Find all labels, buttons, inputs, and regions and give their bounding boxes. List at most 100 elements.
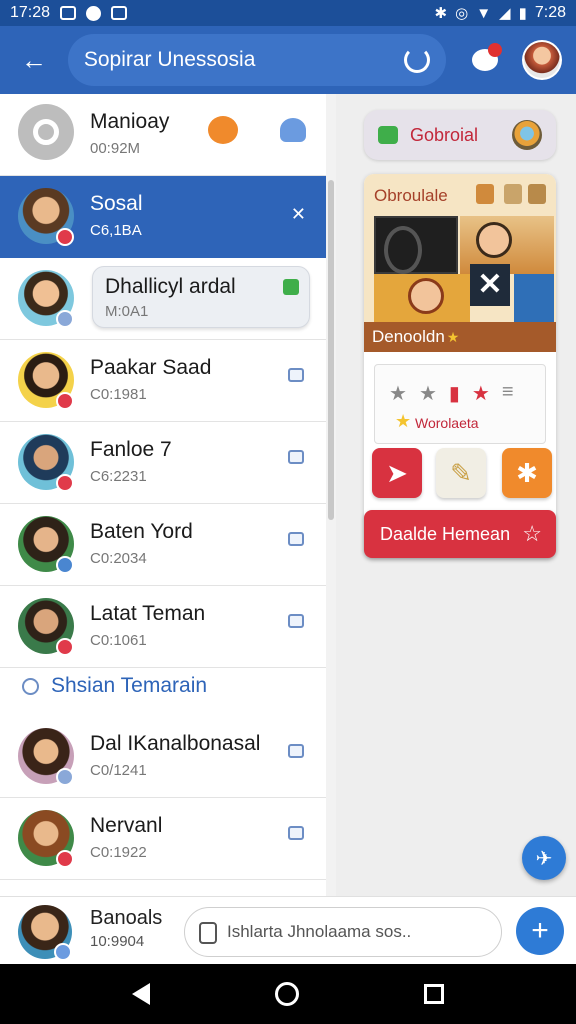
app-title: Sopirar Unessosia: [83, 48, 256, 71]
status-badge: [56, 850, 74, 868]
checkbox-icon[interactable]: [288, 368, 304, 382]
battery-icon: ▮: [518, 4, 527, 22]
rating-caption: Worolaeta: [415, 415, 479, 431]
chip-label: Gobroial: [410, 124, 479, 145]
card-illustration: [374, 216, 554, 322]
signal-icon: ◢: [499, 4, 511, 22]
notification-badge: [488, 43, 503, 57]
bluetooth-icon: ✱: [434, 4, 448, 22]
notification-icon: [86, 5, 102, 21]
star-icon[interactable]: ★: [472, 381, 490, 406]
star-icon[interactable]: ★: [389, 381, 407, 406]
gingerbread-icon: [476, 184, 494, 204]
contact-time: 00:92M: [90, 140, 141, 157]
status-badge: [56, 556, 74, 574]
contact-time: C0/1241: [90, 762, 147, 779]
card-title: Obroulale: [374, 186, 448, 205]
contact-row[interactable]: Paakar Saad C0:1981: [0, 340, 326, 422]
checkbox-icon[interactable]: [288, 826, 304, 840]
status-badge: [56, 392, 74, 410]
attach-icon[interactable]: [199, 922, 217, 944]
refresh-icon[interactable]: [404, 47, 431, 73]
sticker-icon[interactable]: [208, 116, 238, 144]
character-image: [514, 274, 554, 322]
contact-row[interactable]: Dhallicyl ardal M:0A1: [0, 258, 326, 340]
card-banner: Denooldn ★: [364, 322, 556, 352]
draft-message-card[interactable]: Dhallicyl ardal M:0A1: [92, 266, 310, 328]
banner-label: Denooldn: [372, 327, 445, 346]
contact-row[interactable]: Manioay 00:92M: [0, 94, 326, 176]
system-nav-bar: [0, 964, 576, 1024]
checkbox-icon[interactable]: [288, 614, 304, 628]
star-icon[interactable]: ★: [419, 381, 437, 406]
contact-name: Dhallicyl ardal: [105, 275, 236, 298]
checkbox-icon[interactable]: [288, 450, 304, 464]
status-bar: 17:28 ✱ ◎ ▼ ◢ ▮ 7:28: [0, 0, 576, 26]
character-image: [374, 274, 470, 322]
contact-row[interactable]: Fanloe 7 C6:2231: [0, 422, 326, 504]
status-badge: [56, 228, 74, 246]
chat-bubble-icon[interactable]: [468, 43, 503, 77]
cta-label: Daalde Hemean: [380, 523, 511, 544]
checkbox-icon[interactable]: [288, 744, 304, 758]
pin-icon[interactable]: ✕: [291, 204, 306, 225]
status-time-right: 7:28: [534, 4, 566, 21]
tire-image: [374, 216, 458, 274]
contact-row-selected[interactable]: Sosal C6,1BA ✕: [0, 176, 326, 258]
nav-back-icon[interactable]: [132, 983, 151, 1005]
contact-row[interactable]: Dal IKanalbonasal C0/1241: [0, 716, 326, 798]
notification-icon: [111, 6, 128, 20]
add-button[interactable]: +: [516, 907, 564, 955]
status-badge: [56, 474, 74, 492]
message-input[interactable]: Ishlarta Jhnolaama sos..: [184, 907, 502, 957]
contact-time: C0:1981: [90, 386, 147, 403]
rating-box[interactable]: ★ ★ ▮ ★ ≡ ★ Worolaeta: [374, 364, 546, 444]
box-icon: [528, 184, 546, 204]
close-icon[interactable]: ✕: [470, 264, 510, 306]
action-tiles: ➤ ✎ ✱: [372, 448, 552, 508]
section-label: Shsian Temarain: [51, 674, 208, 697]
search-person-icon: [18, 104, 74, 160]
star-icon: ★: [446, 328, 460, 345]
checkbox-icon[interactable]: [288, 532, 304, 546]
contact-time: C0:2034: [90, 550, 147, 567]
sliders-icon[interactable]: ≡: [502, 381, 514, 406]
tool-icon: [504, 184, 522, 204]
status-badge: [54, 943, 72, 961]
composer-bar: Banoals 10:9904 Ishlarta Jhnolaama sos..…: [0, 896, 576, 964]
profile-avatar[interactable]: [522, 40, 562, 80]
contact-name: Baten Yord: [90, 520, 193, 543]
back-arrow-icon[interactable]: ←: [14, 40, 54, 80]
send-icon[interactable]: ➤: [372, 448, 422, 498]
scrollbar[interactable]: [326, 180, 336, 530]
status-badge: [56, 768, 74, 786]
detail-panel: Gobroial Obroulale ✕ Denooldn ★ ★ ★ ▮ ★ …: [336, 94, 576, 896]
pencil-icon[interactable]: ✎: [436, 448, 486, 498]
star-icon: ★: [395, 411, 412, 431]
contact-name: Fanloe 7: [90, 438, 172, 461]
bookmark-icon[interactable]: ▮: [449, 381, 460, 406]
star-icon: ☆: [522, 521, 542, 546]
compose-fab[interactable]: ✈: [522, 836, 566, 880]
sparkle-icon[interactable]: ✱: [502, 448, 552, 498]
checkbox-icon[interactable]: [283, 279, 299, 295]
contact-time: C0:1922: [90, 844, 147, 861]
rating-stars[interactable]: ★ ★ ▮ ★ ≡: [389, 381, 514, 406]
contact-row[interactable]: Nervanl C0:1922: [0, 798, 326, 880]
status-badge: [56, 310, 74, 328]
nav-home-icon[interactable]: [274, 982, 299, 1006]
section-header[interactable]: Shsian Temarain: [0, 656, 326, 716]
primary-cta-button[interactable]: Daalde Hemean ☆: [364, 510, 556, 558]
app-title-search[interactable]: Sopirar Unessosia: [67, 34, 447, 86]
promo-card[interactable]: Obroulale ✕ Denooldn ★ ★ ★ ▮ ★ ≡ ★ Worol…: [364, 174, 556, 558]
category-chip[interactable]: Gobroial: [364, 110, 556, 160]
bell-icon[interactable]: [280, 118, 306, 142]
contact-time: C0:1061: [90, 632, 147, 649]
contact-name: Nervanl: [90, 814, 163, 837]
nav-recents-icon[interactable]: [423, 984, 444, 1004]
status-badge: [56, 638, 74, 656]
contact-row[interactable]: Baten Yord C0:2034: [0, 504, 326, 586]
scrollbar-thumb[interactable]: [328, 180, 334, 520]
app-bar: ← Sopirar Unessosia: [0, 26, 576, 94]
contact-time: C6,1BA: [90, 222, 142, 239]
